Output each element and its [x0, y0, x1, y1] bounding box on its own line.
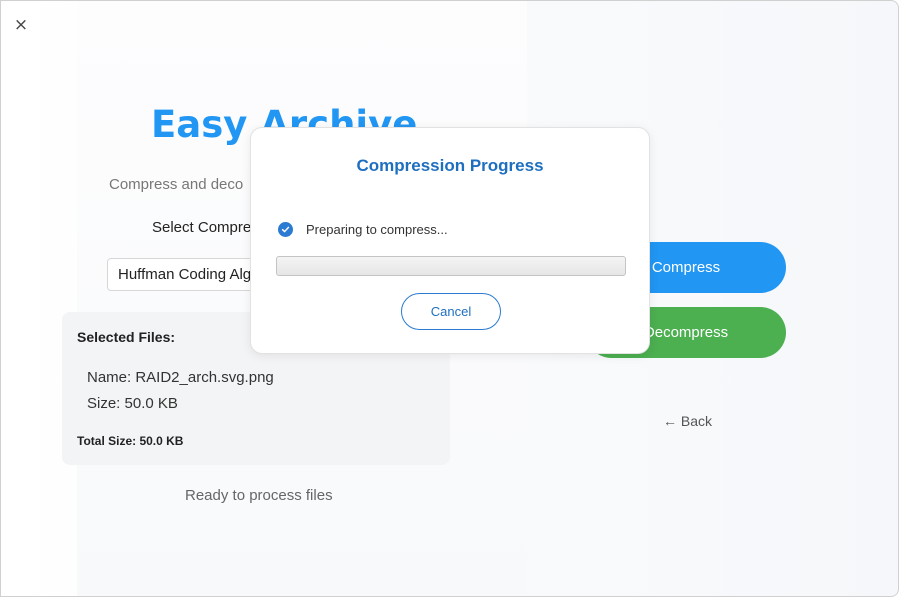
check-circle-icon — [278, 222, 293, 237]
app-window: × Easy Archive Compress and deco Select … — [0, 0, 899, 597]
close-icon[interactable]: × — [11, 15, 31, 35]
selected-files-title: Selected Files: — [77, 329, 176, 345]
dialog-title: Compression Progress — [356, 156, 544, 175]
total-size: Total Size: 50.0 KB — [77, 434, 184, 448]
status-text: Ready to process files — [185, 487, 333, 504]
algorithm-label: Select Compre — [152, 219, 252, 236]
compression-progress-dialog: Compression Progress Preparing to compre… — [250, 127, 650, 354]
back-link[interactable]: ← Back — [663, 413, 712, 429]
cancel-button[interactable]: Cancel — [401, 293, 501, 330]
progress-message: Preparing to compress... — [306, 222, 448, 237]
file-size: Size: 50.0 KB — [87, 395, 178, 412]
progress-bar — [276, 256, 626, 276]
app-subtitle: Compress and deco — [109, 176, 244, 193]
file-name: Name: RAID2_arch.svg.png — [87, 369, 274, 386]
